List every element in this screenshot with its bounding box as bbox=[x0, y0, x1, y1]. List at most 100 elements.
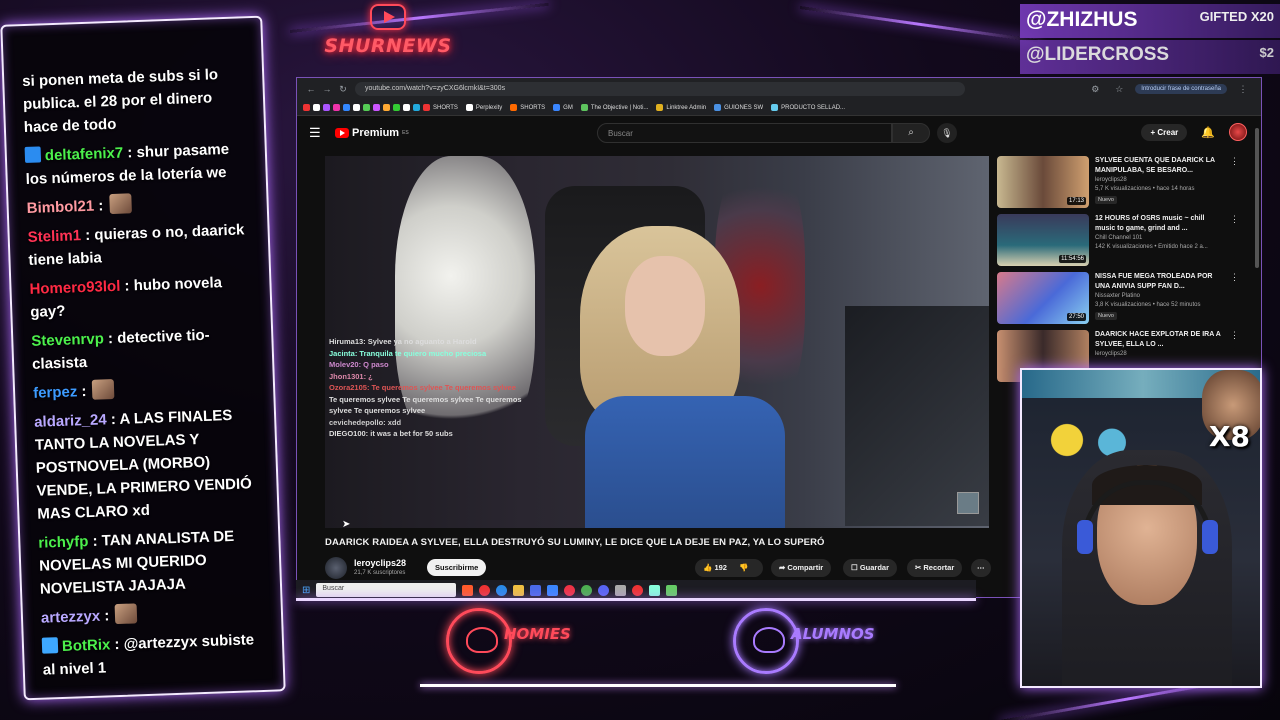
recommended-video[interactable]: 11:54:56 12 HOURS of OSRS music ~ chill m… bbox=[997, 214, 1253, 272]
chat-username[interactable]: deltafenix7 bbox=[45, 145, 124, 165]
reload-icon[interactable]: ↻ bbox=[335, 84, 351, 95]
chat-username[interactable]: BotRix bbox=[62, 636, 111, 655]
chat-message: Stevenrvp : detective tio-clasista bbox=[31, 322, 258, 376]
bookmark-favicon[interactable] bbox=[403, 104, 410, 111]
chat-username[interactable]: richyfp bbox=[38, 533, 89, 552]
bookmark-favicon[interactable] bbox=[323, 104, 330, 111]
subscriber-count: 21,7 K suscriptores bbox=[354, 570, 406, 576]
more-options-icon[interactable]: ⋮ bbox=[1230, 214, 1239, 225]
more-actions-icon[interactable]: ⋯ bbox=[971, 559, 991, 577]
address-bar[interactable]: youtube.com/watch?v=zyCXG6lcmkI&t=300s bbox=[355, 82, 965, 96]
recommendations-sidebar: 17:13 SYLVEE CUENTA QUE DAARICK LA MANIPU… bbox=[997, 156, 1253, 388]
video-thumbnail[interactable]: 11:54:56 bbox=[997, 214, 1089, 266]
app-icon[interactable] bbox=[649, 584, 661, 596]
recommended-video[interactable]: 17:13 SYLVEE CUENTA QUE DAARICK LA MANIPU… bbox=[997, 156, 1253, 214]
bookmark-item[interactable]: GUIONES SW bbox=[714, 104, 763, 111]
video-chat-line: sylvee Te queremos sylvee bbox=[329, 406, 426, 415]
create-button[interactable]: + Crear bbox=[1141, 123, 1188, 141]
forward-icon[interactable]: → bbox=[319, 84, 335, 94]
settings-icon[interactable] bbox=[615, 584, 627, 596]
recommended-title[interactable]: DAARICK HACE EXPLOTAR DE IRA A SYLVEE, E… bbox=[1095, 330, 1225, 349]
recommended-video[interactable]: 27:50 NISSA FUE MEGA TROLEADA POR UNA ANI… bbox=[997, 272, 1253, 330]
microphone-icon[interactable]: 🎙 bbox=[937, 123, 957, 143]
extensions-icon[interactable]: ⚙ bbox=[1087, 84, 1103, 95]
mail-icon[interactable] bbox=[547, 584, 559, 596]
save-button[interactable]: ☐ Guardar bbox=[843, 559, 898, 577]
edge-icon[interactable] bbox=[496, 584, 508, 596]
recommended-channel[interactable]: Chill Channel 101 bbox=[1095, 235, 1142, 241]
chat-username[interactable]: Stevenrvp bbox=[31, 330, 104, 350]
video-player[interactable]: Hiruma13: Sylvee ya no aguanto a Harold J… bbox=[325, 156, 989, 528]
clip-button[interactable]: ✂ Recortar bbox=[907, 559, 963, 577]
star-icon[interactable]: ☆ bbox=[1111, 84, 1127, 95]
recommended-meta: 5,7 K visualizaciones • hace 14 horas bbox=[1095, 186, 1195, 192]
bookmark-favicon[interactable] bbox=[413, 104, 420, 111]
bookmark-item[interactable]: PRODUCTO SELLAD... bbox=[771, 104, 845, 111]
recommended-title[interactable]: NISSA FUE MEGA TROLEADA POR UNA ANIVIA S… bbox=[1095, 272, 1225, 291]
video-thumbnail[interactable]: 17:13 bbox=[997, 156, 1089, 208]
more-options-icon[interactable]: ⋮ bbox=[1230, 156, 1239, 167]
taskbar-search-input[interactable]: Buscar bbox=[316, 583, 457, 597]
bookmark-favicon[interactable] bbox=[393, 104, 400, 111]
windows-start-icon[interactable]: ⊞ bbox=[302, 585, 310, 596]
homies-label: HOMIES bbox=[504, 625, 571, 643]
store-icon[interactable] bbox=[530, 584, 542, 596]
bookmark-favicon[interactable] bbox=[353, 104, 360, 111]
bookmark-item[interactable]: Linktree Admin bbox=[656, 104, 706, 111]
recommended-channel[interactable]: leroyclips28 bbox=[1095, 177, 1127, 183]
app-icon[interactable] bbox=[564, 584, 576, 596]
bookmark-item[interactable]: Perplexity bbox=[465, 104, 502, 111]
more-options-icon[interactable]: ⋮ bbox=[1230, 330, 1239, 341]
video-thumbnail[interactable]: 27:50 bbox=[997, 272, 1089, 324]
video-chat-line: Te queremos sylvee Te queremos sylvee Te… bbox=[329, 394, 522, 404]
bookmark-favicon[interactable] bbox=[313, 104, 320, 111]
folder-icon[interactable] bbox=[513, 584, 525, 596]
bookmark-item[interactable]: SHORTS bbox=[423, 104, 458, 111]
bookmark-favicon[interactable] bbox=[363, 104, 370, 111]
chat-username[interactable]: ferpez bbox=[33, 383, 78, 402]
channel-name[interactable]: leroyclips28 bbox=[354, 558, 406, 568]
bookmark-favicon[interactable] bbox=[373, 104, 380, 111]
bookmark-item[interactable]: The Objective | Noti... bbox=[580, 104, 648, 111]
share-button[interactable]: ➦ Compartir bbox=[771, 559, 832, 577]
bookmark-item[interactable]: SHORTS bbox=[510, 104, 545, 111]
bookmark-favicon[interactable] bbox=[333, 104, 340, 111]
menu-dots-icon[interactable]: ⋮ bbox=[1235, 84, 1251, 95]
chat-username[interactable]: aldariz_24 bbox=[34, 411, 107, 431]
bookmark-favicon[interactable] bbox=[343, 104, 350, 111]
subscribe-button[interactable]: Suscribirme bbox=[427, 559, 487, 576]
discord-icon[interactable] bbox=[598, 584, 610, 596]
back-icon[interactable]: ← bbox=[303, 84, 319, 94]
password-button[interactable]: Introducir frase de contraseña bbox=[1135, 84, 1227, 94]
opera-icon[interactable] bbox=[479, 584, 491, 596]
thumbs-up-icon: 👍 bbox=[703, 563, 713, 572]
bookmark-item[interactable]: GM bbox=[553, 104, 573, 111]
like-button[interactable]: 👍 192 👎 bbox=[695, 559, 763, 577]
avatar[interactable] bbox=[1229, 123, 1247, 141]
chat-username[interactable]: artezzyx bbox=[41, 608, 101, 627]
scrollbar[interactable] bbox=[1255, 128, 1259, 268]
recommended-title[interactable]: 12 HOURS of OSRS music ~ chill music to … bbox=[1095, 214, 1225, 233]
channel-avatar[interactable] bbox=[325, 557, 347, 579]
more-options-icon[interactable]: ⋮ bbox=[1230, 272, 1239, 283]
recommended-channel[interactable]: Nissaxter Platino bbox=[1095, 293, 1140, 299]
recommended-title[interactable]: SYLVEE CUENTA QUE DAARICK LA MANIPULABA,… bbox=[1095, 156, 1225, 175]
youtube-logo[interactable]: Premium ES bbox=[335, 127, 409, 139]
app-icon[interactable] bbox=[666, 584, 678, 596]
chat-username[interactable]: Homero93lol bbox=[29, 278, 120, 298]
search-icon[interactable]: ⌕ bbox=[892, 123, 930, 143]
bookmark-favicon[interactable] bbox=[303, 104, 310, 111]
search-input[interactable]: Buscar bbox=[597, 123, 892, 143]
brave-icon[interactable] bbox=[462, 584, 474, 596]
chat-message: si ponen meta de subs si lo publica. el … bbox=[22, 62, 250, 139]
recommended-channel[interactable]: leroyclips28 bbox=[1095, 351, 1127, 357]
chat-username[interactable]: Stelim1 bbox=[27, 227, 81, 246]
pokeball-icon[interactable] bbox=[632, 584, 644, 596]
streamer-face bbox=[625, 256, 705, 356]
hamburger-menu-icon[interactable]: ☰ bbox=[309, 125, 329, 141]
thumbs-down-icon[interactable]: 👎 bbox=[739, 563, 748, 572]
bookmark-favicon[interactable] bbox=[383, 104, 390, 111]
chat-username[interactable]: Bimbol21 bbox=[26, 198, 94, 217]
chrome-icon[interactable] bbox=[581, 584, 593, 596]
bell-icon[interactable]: 🔔 bbox=[1201, 126, 1215, 139]
